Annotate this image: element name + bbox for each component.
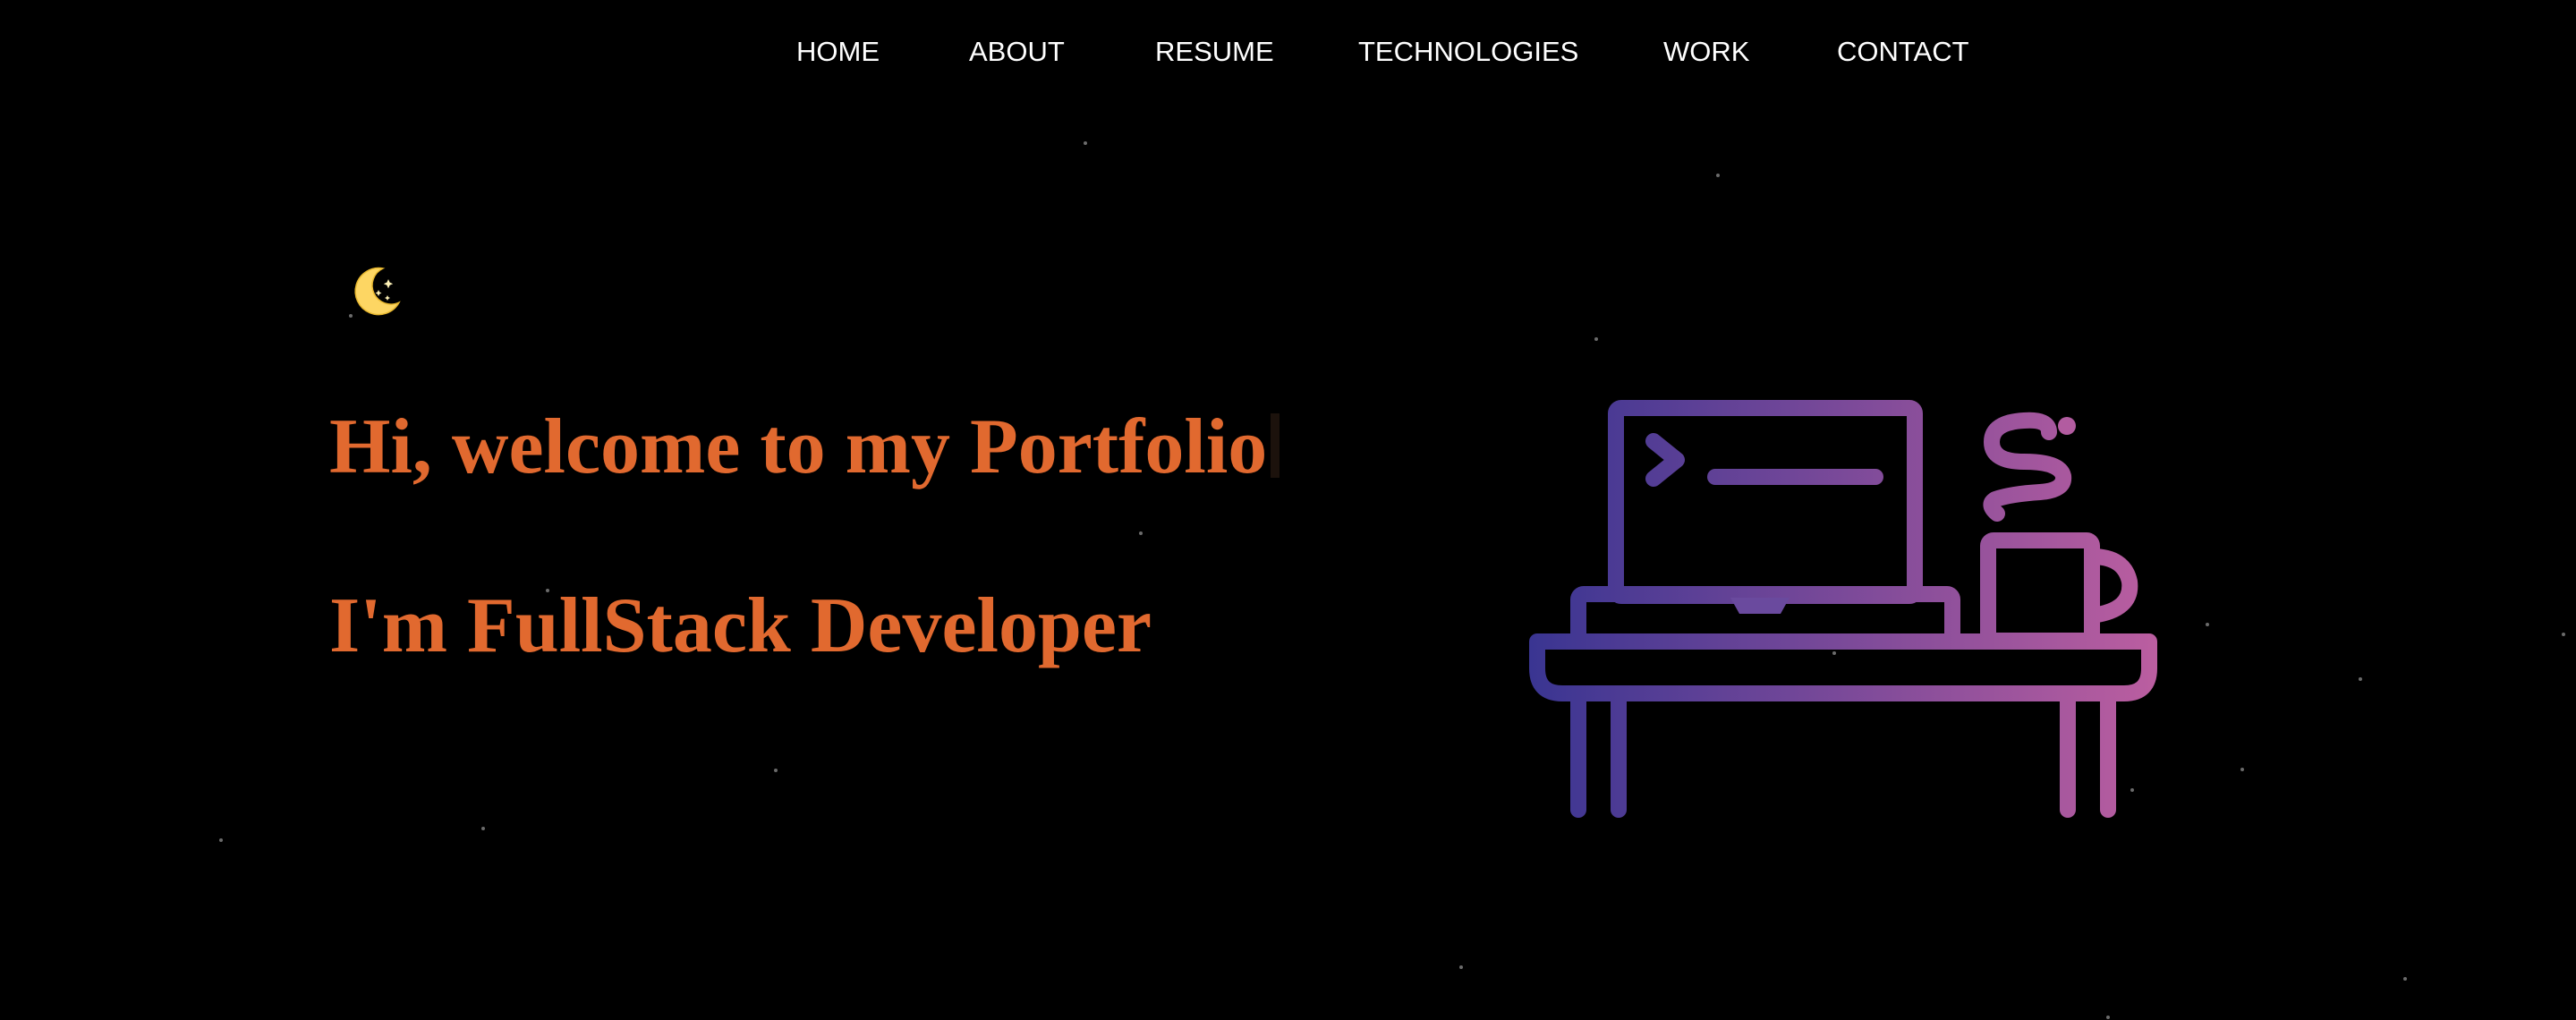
hero-greeting-text: Hi, welcome to my Portfolio [329, 404, 1268, 490]
typing-cursor [1271, 413, 1280, 478]
desk-laptop-coffee-icon [1529, 400, 2157, 818]
star [1594, 337, 1598, 341]
star [1084, 141, 1087, 145]
star [1139, 531, 1143, 535]
star [2403, 977, 2407, 981]
star [219, 838, 223, 842]
nav-link-work[interactable]: WORK [1663, 34, 1749, 70]
star [2359, 677, 2362, 681]
main-nav: HOME ABOUT RESUME TECHNOLOGIES WORK CONT… [0, 34, 2576, 70]
hero-role: I'm FullStack Developer [329, 582, 1152, 669]
star [2206, 623, 2209, 626]
nav-link-contact[interactable]: CONTACT [1837, 34, 1969, 70]
desk-illustration [1521, 394, 2165, 823]
star [2240, 768, 2244, 771]
star [1459, 965, 1463, 969]
crescent-moon-icon [354, 267, 401, 316]
nav-link-home[interactable]: HOME [796, 34, 880, 70]
nav-link-about[interactable]: ABOUT [969, 34, 1065, 70]
hero-greeting: Hi, welcome to my Portfolio [329, 403, 1280, 492]
nav-link-resume[interactable]: RESUME [1155, 34, 1274, 70]
star [1716, 174, 1720, 177]
nav-link-technologies[interactable]: TECHNOLOGIES [1358, 34, 1578, 70]
star [481, 827, 485, 830]
star [2562, 633, 2565, 636]
star [2106, 1016, 2110, 1019]
theme-toggle-button[interactable] [344, 261, 404, 322]
star [774, 769, 778, 772]
